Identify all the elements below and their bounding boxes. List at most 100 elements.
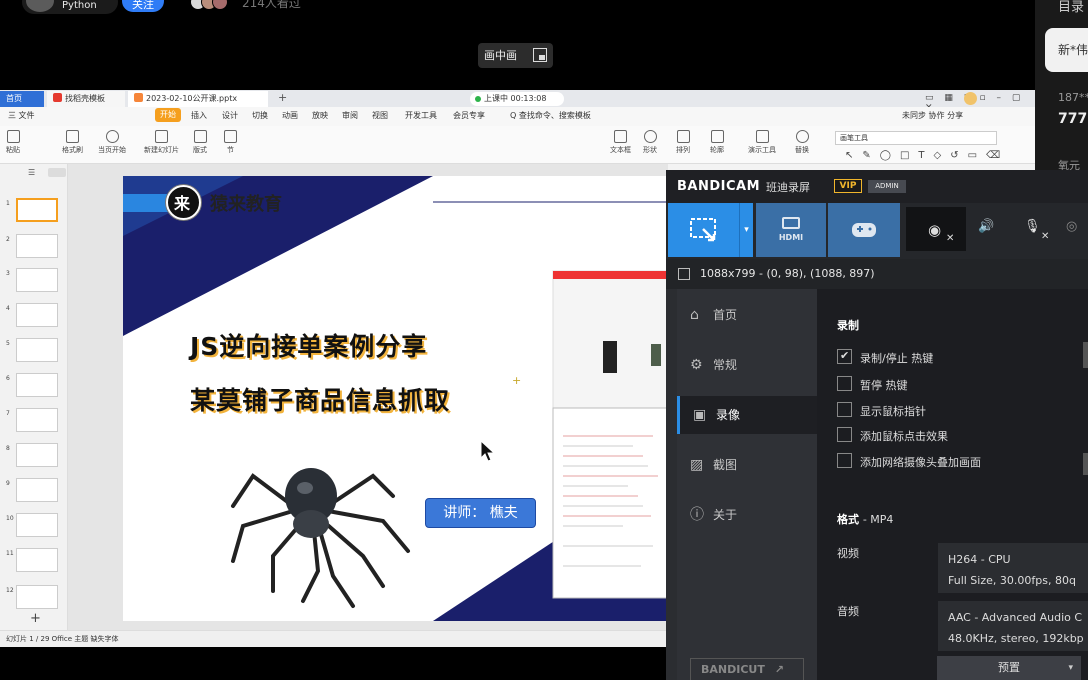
paste-icon <box>6 130 20 143</box>
slide-number: 10 <box>6 515 14 522</box>
slide-thumbnail[interactable] <box>16 443 58 467</box>
menu-transition[interactable]: 切换 <box>252 110 268 121</box>
checkbox-webcam-overlay[interactable] <box>837 453 852 468</box>
slide-thumbnail[interactable] <box>16 268 58 292</box>
nav-video[interactable]: ▣ 录像 <box>677 396 817 434</box>
slide-number: 8 <box>6 445 10 452</box>
video-settings: Full Size, 30.00fps, 80q <box>948 574 1076 587</box>
bandicut-button[interactable]: BANDICUT ↗ <box>690 658 804 680</box>
chat-message: 777 <box>1058 111 1088 127</box>
slide-icon <box>155 130 168 143</box>
textbox-button[interactable]: 文本框 <box>610 130 631 155</box>
command-search[interactable]: Q 查找命令、搜索模板 <box>510 110 591 121</box>
presentation-tools-button[interactable]: 演示工具 <box>748 130 776 155</box>
slide-thumbnail[interactable] <box>16 198 58 222</box>
new-slide-button[interactable]: 新建幻灯片 <box>144 130 179 155</box>
slide-thumbnail[interactable] <box>16 373 58 397</box>
menu-file[interactable]: 三 文件 <box>8 110 35 121</box>
video-icon: ▣ <box>693 407 707 423</box>
webcam-icon: ◉ <box>928 221 942 239</box>
slide-thumbnail[interactable] <box>16 478 58 502</box>
video-format-box[interactable]: H264 - CPU Full Size, 30.00fps, 80q <box>938 543 1088 593</box>
menu-design[interactable]: 设计 <box>222 110 238 121</box>
image-icon: ▨ <box>690 457 704 473</box>
menu-view[interactable]: 视图 <box>372 110 388 121</box>
screen-mode-dropdown[interactable]: ▾ <box>739 203 753 257</box>
slide-thumbnail[interactable] <box>16 548 58 572</box>
brush-icon <box>66 130 79 143</box>
slide-thumbnail[interactable] <box>16 513 58 537</box>
menu-start[interactable]: 开始 <box>155 108 181 122</box>
nav-screenshot[interactable]: ▨ 截图 <box>677 446 817 484</box>
webcam-toggle[interactable]: ◉ ✕ <box>906 207 966 251</box>
external-link-icon: ↗ <box>774 663 784 676</box>
tab-home[interactable]: 首页 <box>0 91 44 107</box>
speaker-icon[interactable]: 🔊 <box>978 219 994 234</box>
wps-user-avatar[interactable] <box>964 92 977 105</box>
resolution-readout: 1088x799 - (0, 98), (1088, 897) <box>700 267 875 280</box>
shape-button[interactable]: 形状 <box>643 130 657 155</box>
menu-developer[interactable]: 开发工具 <box>405 110 437 121</box>
menu-animation[interactable]: 动画 <box>282 110 298 121</box>
home-icon: ⌂ <box>690 307 699 323</box>
checkbox-click-effect[interactable] <box>837 427 852 442</box>
settings-button-stub[interactable] <box>1083 453 1088 475</box>
screen-record-mode-button[interactable] <box>668 203 739 257</box>
presenter-icon <box>755 130 769 143</box>
section-button[interactable]: 节 <box>224 130 237 155</box>
outline-button[interactable]: 轮廓 <box>710 130 724 155</box>
audio-format-box[interactable]: AAC - Advanced Audio C 48.0KHz, stereo, … <box>938 601 1088 651</box>
preset-dropdown[interactable]: 预置 ▾ <box>937 656 1081 680</box>
outline-view-icon[interactable] <box>48 168 66 177</box>
slide-thumbnail[interactable] <box>16 585 58 609</box>
checkbox-show-cursor[interactable] <box>837 402 852 417</box>
slide-thumbnail[interactable] <box>16 234 58 258</box>
layout-icon <box>193 130 207 143</box>
spider-illustration <box>231 468 410 608</box>
info-icon: ⓘ <box>690 507 704 523</box>
nav-home[interactable]: ⌂ 首页 <box>677 296 817 334</box>
arrange-icon <box>676 130 690 143</box>
layout-button[interactable]: 版式 <box>193 130 207 155</box>
nav-about[interactable]: ⓘ 关于 <box>677 496 817 534</box>
menu-slideshow[interactable]: 放映 <box>312 110 328 121</box>
pen-tool-icons[interactable]: ↖✎◯□T◇↺▭⌫ <box>845 150 1009 161</box>
follow-button[interactable]: 关注 <box>122 0 164 12</box>
list-view-icon[interactable]: ☰ <box>28 168 35 177</box>
arrange-button[interactable]: 排列 <box>676 130 690 155</box>
slide-number: 6 <box>6 375 10 382</box>
extra-device-icon[interactable]: ◎ <box>1066 219 1077 234</box>
slide-number: 7 <box>6 410 10 417</box>
gear-icon: ⚙ <box>690 357 703 373</box>
menu-insert[interactable]: 插入 <box>191 110 207 121</box>
format-painter-button[interactable]: 格式刷 <box>62 130 83 155</box>
slide-thumbnail[interactable] <box>16 303 58 327</box>
new-tab-plus-icon[interactable]: + <box>278 91 287 104</box>
tab-pptx-file[interactable]: 2023-02-10公开课.pptx <box>128 91 268 107</box>
tab-templates[interactable]: 找稻壳模板 <box>47 91 125 107</box>
paste-button[interactable]: 粘贴 <box>6 130 20 155</box>
microphone-icon[interactable]: 🎙 <box>1024 219 1041 234</box>
slide-thumbnail[interactable] <box>16 338 58 362</box>
menu-member[interactable]: 会员专享 <box>453 110 485 121</box>
start-from-current-button[interactable]: 当页开始 <box>98 130 126 155</box>
menu-share-area[interactable]: 未同步 协作 分享 <box>902 110 963 121</box>
add-slide-plus-icon[interactable]: + <box>30 611 41 626</box>
game-record-mode-button[interactable] <box>828 203 900 257</box>
menu-review[interactable]: 审阅 <box>342 110 358 121</box>
viewer-avatars <box>190 0 236 10</box>
checkbox-pause-hotkey[interactable] <box>837 376 852 391</box>
lecturer-box: 讲师： 樵夫 <box>425 498 536 528</box>
hdmi-record-mode-button[interactable]: HDMI <box>756 203 826 257</box>
checkbox-record-hotkey[interactable] <box>837 349 852 364</box>
pip-label: 画中画 <box>484 49 517 62</box>
replace-button[interactable]: 替换 <box>795 130 809 155</box>
pip-icon <box>533 48 547 62</box>
slide-thumbnail[interactable] <box>16 408 58 432</box>
checkbox-label: 添加网络摄像头叠加画面 <box>860 456 981 469</box>
class-status-pill[interactable]: 上课中 00:13:08 <box>470 92 564 106</box>
pen-tools-bar[interactable]: 画笔工具 <box>835 131 997 145</box>
settings-button-stub[interactable] <box>1083 342 1088 368</box>
picture-in-picture-button[interactable]: 画中画 <box>478 43 553 68</box>
nav-general[interactable]: ⚙ 常规 <box>677 346 817 384</box>
